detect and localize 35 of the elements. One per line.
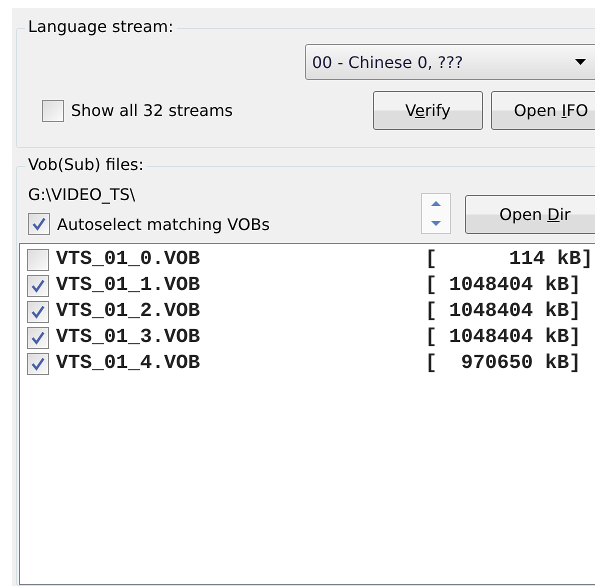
file-size: [ 114 kB] (425, 249, 594, 271)
file-name[interactable]: VTS_01_0.VOB (56, 249, 425, 271)
file-checkbox[interactable] (27, 327, 49, 349)
group-title: Vob(Sub) files: (25, 155, 147, 175)
file-size: [ 1048404 kB] (425, 275, 582, 297)
dialog-button[interactable]: Open IFO (491, 91, 595, 130)
file-size: [ 1048404 kB] (425, 327, 582, 349)
checkmark-icon (31, 279, 45, 293)
group-title: Language stream: (25, 17, 177, 37)
autoselect-checkbox[interactable] (28, 213, 50, 235)
checkbox-label: Autoselect matching VOBs (57, 214, 270, 234)
dropdown-arrow-icon (575, 59, 586, 65)
file-name[interactable]: VTS_01_3.VOB (56, 327, 425, 349)
spin-control[interactable] (421, 193, 451, 234)
file-checkbox[interactable] (27, 249, 49, 271)
file-checkbox[interactable] (27, 353, 49, 375)
file-name[interactable]: VTS_01_2.VOB (56, 301, 425, 323)
file-size: [ 970650 kB] (425, 353, 582, 375)
down-arrow-icon (431, 220, 441, 226)
dialog-button[interactable]: Verify (373, 91, 483, 130)
checkmark-icon (31, 331, 45, 345)
checkbox-label: Show all 32 streams (71, 101, 233, 120)
open-dir-button[interactable]: Open Dir (465, 195, 595, 234)
checkmark-icon (31, 357, 45, 371)
language-dropdown[interactable]: 00 - Chinese 0, ??? (305, 44, 595, 80)
file-name[interactable]: VTS_01_4.VOB (56, 353, 425, 375)
file-size: [ 1048404 kB] (425, 301, 582, 323)
checkmark-icon (31, 305, 45, 319)
folder-path: G:\VIDEO_TS\ (28, 185, 136, 204)
show-all-checkbox[interactable] (42, 100, 64, 122)
file-checkbox[interactable] (27, 301, 49, 323)
up-arrow-icon (431, 201, 441, 206)
checkmark-icon (32, 217, 46, 231)
file-name[interactable]: VTS_01_1.VOB (56, 275, 425, 297)
file-checkbox[interactable] (27, 275, 49, 297)
